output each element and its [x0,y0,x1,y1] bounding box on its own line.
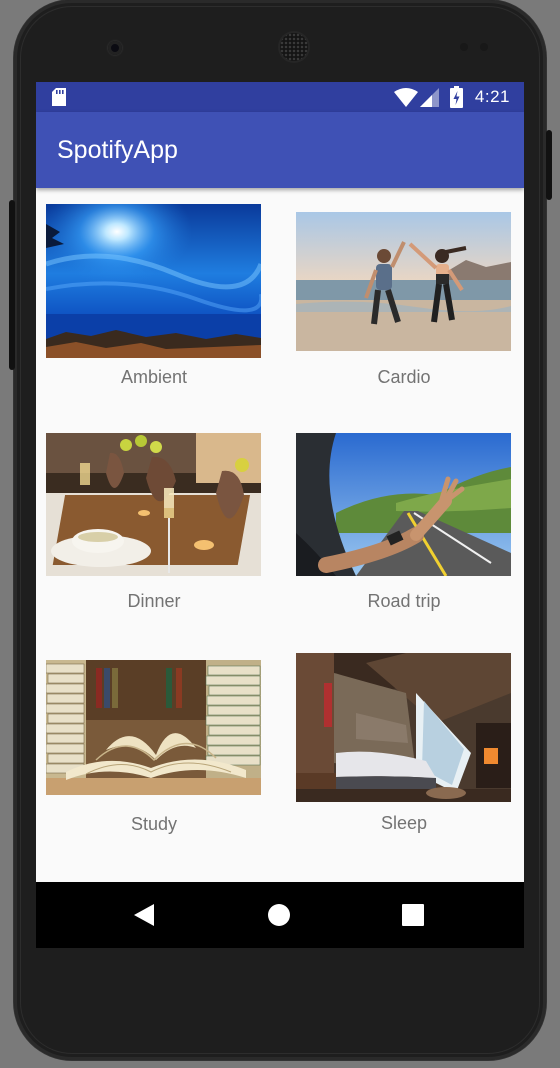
road-trip-image [296,433,511,576]
proximity-sensor [460,43,468,51]
category-item-study[interactable]: Study [46,660,262,834]
ambient-image [46,204,261,358]
cell-signal-icon [420,88,439,112]
cardio-image [296,212,511,351]
status-bar: 4:21 [36,82,524,112]
category-label: Sleep [380,813,428,833]
dinner-image [46,433,261,576]
category-label: Cardio [377,367,431,387]
category-label: Dinner [127,591,181,611]
status-time: 4:21 [474,87,510,106]
light-sensor [480,43,488,51]
battery-charging-icon [450,86,463,113]
navigation-bar [36,882,524,948]
category-item-cardio[interactable]: Cardio [296,212,512,387]
screen: 4:21 SpotifyApp Ambient Cardio Dinner Ro… [36,82,524,948]
category-item-ambient[interactable]: Ambient [46,204,262,387]
category-item-sleep[interactable]: Sleep [296,653,512,833]
back-icon[interactable] [134,904,154,931]
home-icon[interactable] [267,903,291,932]
front-camera [108,41,122,55]
earpiece-speaker [280,33,308,61]
wifi-icon [394,88,418,112]
category-item-dinner[interactable]: Dinner [46,433,262,611]
app-title: SpotifyApp [57,136,178,164]
app-bar: SpotifyApp [36,112,524,188]
sleep-image [296,653,511,802]
sd-card-icon [52,88,66,111]
category-label: Ambient [120,367,188,387]
category-label: Road trip [367,591,441,611]
category-label: Study [130,814,178,834]
volume-button [9,200,15,370]
category-item-road-trip[interactable]: Road trip [296,433,512,611]
power-button [546,130,552,200]
study-image [46,660,261,795]
recents-icon[interactable] [402,904,424,931]
